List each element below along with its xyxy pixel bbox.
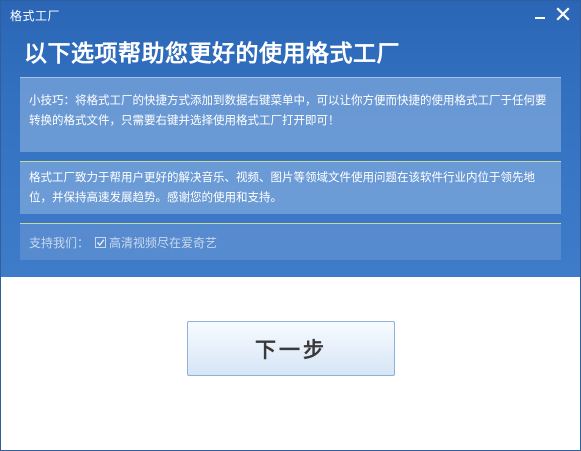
- support-panel: 支持我们： 高清视频尽在爱奇艺: [20, 223, 561, 260]
- next-button[interactable]: 下一步: [187, 321, 395, 376]
- page-heading: 以下选项帮助您更好的使用格式工厂: [24, 41, 400, 67]
- about-panel: 格式工厂致力于帮用户更好的解决音乐、视频、图片等领域文件使用问题在该软件行业内位…: [20, 161, 561, 214]
- about-text: 格式工厂致力于帮用户更好的解决音乐、视频、图片等领域文件使用问题在该软件行业内位…: [29, 170, 535, 204]
- tip-panel: 小技巧：将格式工厂的快捷方式添加到数据右键菜单中，可以让你方便而快捷的使用格式工…: [20, 77, 561, 152]
- setup-window: 格式工厂 以下选项帮助您更好的使用格式工厂 小技巧：将格式工厂的快捷方式添加到数…: [0, 0, 581, 451]
- support-row: 支持我们： 高清视频尽在爱奇艺: [29, 234, 217, 251]
- close-icon[interactable]: [554, 5, 572, 23]
- blue-header-area: 格式工厂 以下选项帮助您更好的使用格式工厂 小技巧：将格式工厂的快捷方式添加到数…: [1, 1, 580, 277]
- window-title: 格式工厂: [10, 9, 61, 23]
- support-checkbox[interactable]: [95, 237, 107, 248]
- support-option-label[interactable]: 高清视频尽在爱奇艺: [109, 234, 217, 251]
- title-bar[interactable]: 格式工厂: [1, 1, 580, 29]
- support-label: 支持我们：: [29, 236, 90, 250]
- next-button-label: 下一步: [255, 337, 327, 362]
- tip-text: 小技巧：将格式工厂的快捷方式添加到数据右键菜单中，可以让你方便而快捷的使用格式工…: [29, 93, 547, 127]
- minimize-icon[interactable]: [531, 5, 549, 23]
